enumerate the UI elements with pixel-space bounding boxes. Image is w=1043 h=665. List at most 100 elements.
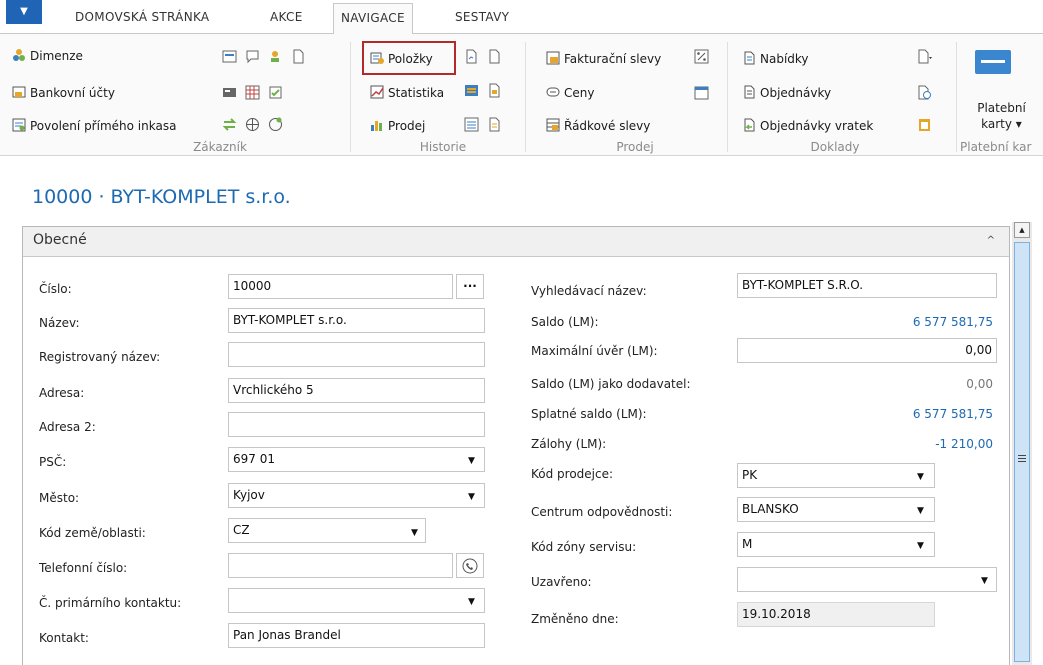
quotes-label: Nabídky	[760, 52, 809, 66]
page-chart-icon[interactable]	[464, 49, 479, 64]
collapse-icon[interactable]: ^	[987, 235, 995, 246]
chevron-down-icon[interactable]: ▼	[468, 492, 475, 502]
line-discounts-button[interactable]: Řádkové slevy	[546, 116, 650, 136]
credit-limit-field[interactable]: 0,00	[737, 338, 997, 363]
app-menu-button[interactable]: ▼	[6, 0, 42, 24]
address2-label: Adresa 2:	[39, 420, 96, 434]
vertical-scrollbar[interactable]: ▲	[1012, 222, 1032, 665]
percent-grid-icon[interactable]	[694, 49, 709, 64]
phone-call-button[interactable]	[456, 553, 484, 578]
chevron-down-icon[interactable]: ▼	[468, 597, 475, 607]
invoice-discounts-label: Fakturační slevy	[564, 52, 662, 66]
search-name-field[interactable]: BYT-KOMPLET S.R.O.	[737, 273, 997, 298]
prices-button[interactable]: Ceny	[546, 83, 594, 103]
orders-label: Objednávky	[760, 86, 832, 100]
direct-debit-label: Povolení přímého inkasa	[30, 119, 177, 133]
scroll-thumb[interactable]	[1014, 242, 1030, 662]
orders-button[interactable]: Objednávky	[742, 83, 831, 103]
line-discounts-label: Řádkové slevy	[564, 119, 651, 133]
address-field[interactable]: Vrchlického 5	[228, 378, 485, 403]
balance-as-vendor-label: Saldo (LM) jako dodavatel:	[531, 377, 691, 391]
balance-as-vendor-value: 0,00	[966, 377, 993, 391]
group-label-payment: Platební kar	[960, 140, 1032, 154]
payment-cards-button[interactable]: Platební karty ▾	[960, 100, 1043, 132]
number-field[interactable]: 10000	[228, 274, 453, 299]
chevron-down-icon[interactable]: ▼	[917, 506, 924, 516]
group-separator	[350, 42, 351, 152]
chevron-down-icon[interactable]: ▼	[917, 472, 924, 482]
statistics-icon	[370, 85, 384, 99]
document-icon[interactable]	[291, 49, 306, 64]
tab-reports[interactable]: SESTAVY	[455, 6, 509, 28]
page-lines-icon[interactable]	[487, 117, 502, 132]
invoice-discount-icon	[546, 51, 560, 65]
list-icon[interactable]	[464, 117, 479, 132]
registered-name-field[interactable]	[228, 342, 485, 367]
chevron-down-icon[interactable]: ▼	[468, 456, 475, 466]
prepayments-value[interactable]: -1 210,00	[823, 437, 993, 451]
balance-value[interactable]: 6 577 581,75	[823, 315, 993, 329]
chevron-down-icon[interactable]: ▼	[917, 541, 924, 551]
fasttab-header[interactable]: Obecné ^	[23, 227, 1009, 257]
post-code-field[interactable]: 697 01	[228, 447, 485, 472]
direct-debit-button[interactable]: Povolení přímého inkasa	[12, 116, 176, 136]
new-doc-dropdown-icon[interactable]	[917, 49, 932, 64]
invoice-discounts-button[interactable]: Fakturační slevy	[546, 49, 661, 69]
tab-home[interactable]: DOMOVSKÁ STRÁNKA	[75, 6, 209, 28]
quotes-button[interactable]: Nabídky	[742, 49, 809, 69]
phone-field[interactable]	[228, 553, 453, 578]
name-field[interactable]: BYT-KOMPLET s.r.o.	[228, 308, 485, 333]
transfer-icon[interactable]	[464, 83, 479, 98]
sales-chart-icon	[371, 121, 382, 131]
dimensions-button[interactable]: Dimenze	[12, 46, 83, 66]
scroll-up-button[interactable]: ▲	[1014, 222, 1030, 238]
comments-icon[interactable]	[245, 49, 260, 64]
bank-accounts-button[interactable]: Bankovní účty	[12, 83, 115, 103]
tab-navigation[interactable]: NAVIGACE	[333, 3, 413, 35]
statistics-button[interactable]: Statistika	[370, 83, 444, 103]
city-field[interactable]: Kyjov	[228, 483, 485, 508]
balance-due-label: Splatné saldo (LM):	[531, 407, 647, 421]
chevron-down-icon[interactable]: ▼	[411, 528, 418, 538]
contact-field[interactable]: Pan Jonas Brandel	[228, 623, 485, 648]
payment-card-icon[interactable]	[975, 50, 1011, 74]
grid-icon[interactable]	[245, 85, 260, 100]
assist-edit-button[interactable]: ...	[456, 274, 484, 299]
search-name-label: Vyhledávací název:	[531, 284, 647, 298]
service-zone-field[interactable]: M	[737, 532, 935, 557]
blocked-field[interactable]	[737, 567, 997, 592]
responsibility-center-field[interactable]: BLANSKO	[737, 497, 935, 522]
balance-due-value[interactable]: 6 577 581,75	[823, 407, 993, 421]
group-label-customer: Zákazník	[193, 140, 247, 154]
page-yellow-icon[interactable]	[487, 83, 502, 98]
country-code-field[interactable]: CZ	[228, 518, 426, 543]
return-order-icon	[744, 118, 755, 132]
card-icon[interactable]	[222, 85, 237, 100]
doc-clock-icon[interactable]	[917, 85, 932, 100]
ribbon-tab-bar: ▼ DOMOVSKÁ STRÁNKA AKCE NAVIGACE SESTAVY	[0, 0, 1043, 35]
globe-settings-icon[interactable]	[268, 117, 283, 132]
tab-actions[interactable]: AKCE	[270, 6, 303, 28]
direct-debit-icon	[12, 118, 26, 132]
check-doc-icon[interactable]	[268, 85, 283, 100]
blank-page-icon[interactable]	[487, 49, 502, 64]
clipboard-icon[interactable]	[917, 117, 932, 132]
primary-contact-field[interactable]	[228, 588, 485, 613]
return-orders-button[interactable]: Objednávky vratek	[742, 116, 873, 136]
arrows-icon[interactable]	[222, 117, 237, 132]
calendar-icon[interactable]	[694, 85, 709, 100]
sales-history-button[interactable]: Prodej	[370, 116, 425, 136]
ledger-icon[interactable]	[222, 49, 237, 64]
address2-field[interactable]	[228, 412, 485, 437]
chevron-down-icon[interactable]: ▼	[981, 576, 988, 586]
phone-icon	[462, 558, 478, 574]
number-label: Číslo:	[39, 282, 72, 296]
return-orders-label: Objednávky vratek	[760, 119, 874, 133]
last-modified-label: Změněno dne:	[531, 612, 619, 626]
contact-icon[interactable]	[268, 49, 283, 64]
prepayments-label: Zálohy (LM):	[531, 437, 607, 451]
salesperson-code-field[interactable]: PK	[737, 463, 935, 488]
primary-contact-label: Č. primárního kontaktu:	[39, 596, 182, 610]
globe-icon[interactable]	[245, 117, 260, 132]
address-label: Adresa:	[39, 386, 85, 400]
